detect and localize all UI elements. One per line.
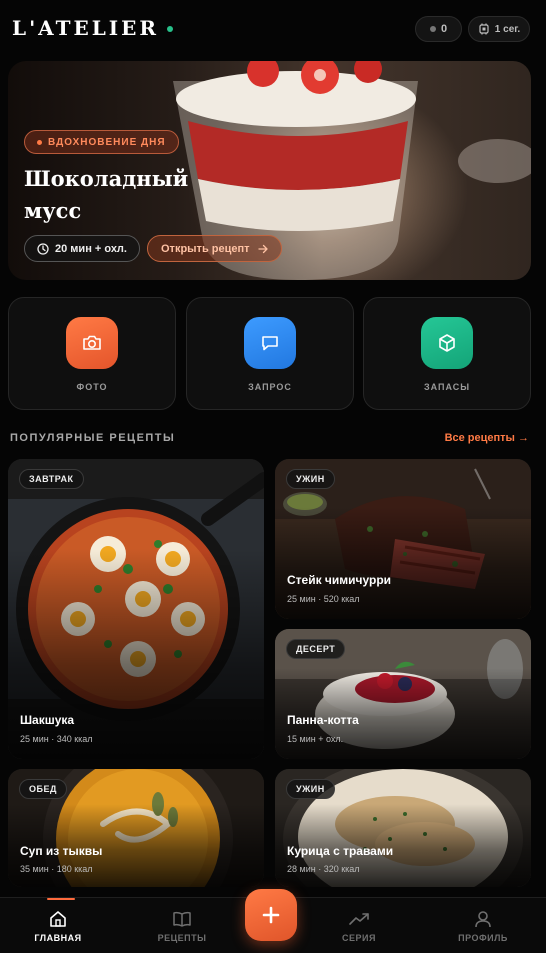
quick-action-label: ЗАПРОС: [248, 382, 292, 392]
category-tag: ОБЕД: [19, 779, 67, 799]
recipe-meta: 35 мин · 180 ккал: [20, 864, 93, 874]
time-label: 20 мин + охл.: [55, 242, 127, 255]
user-icon: [475, 911, 491, 928]
category-tag: УЖИН: [286, 779, 335, 799]
hero-title: Шоколадный мусс: [24, 166, 189, 223]
badge-label: ВДОХНОВЕНИЕ ДНЯ: [48, 136, 166, 148]
add-button[interactable]: [245, 889, 297, 941]
nav-home[interactable]: ГЛАВНАЯ: [3, 898, 113, 953]
inspiration-badge: ВДОХНОВЕНИЕ ДНЯ: [24, 130, 179, 154]
recipe-title: Шакшука: [20, 713, 75, 727]
app-logo: L'ATELIER: [12, 16, 160, 40]
hero-card[interactable]: ВДОХНОВЕНИЕ ДНЯ Шоколадный мусс 20 мин +…: [8, 61, 531, 280]
nav-series[interactable]: СЕРИЯ: [304, 898, 414, 953]
app-header: L'ATELIER 0 1 сег.: [0, 0, 546, 58]
home-icon: [50, 911, 66, 927]
recipe-meta: 15 мин + охл.: [287, 734, 344, 744]
arrow-right-icon: [257, 244, 268, 253]
category-tag: ДЕСЕРТ: [286, 639, 346, 659]
recipe-meta: 25 мин · 340 ккал: [20, 734, 93, 744]
recipe-title: Панна-котта: [287, 713, 359, 727]
recipe-card-pumpkin-soup[interactable]: ОБЕД Суп из тыквы 35 мин · 180 ккал: [8, 769, 264, 887]
open-recipe-label: Открыть рецепт: [161, 242, 250, 255]
recipe-title: Курица с травами: [287, 844, 394, 858]
dot-icon: [429, 26, 436, 32]
badge-dot-icon: [37, 139, 42, 145]
quick-action-label: ЗАПАСЫ: [423, 382, 471, 392]
recipe-meta: 25 мин · 520 ккал: [287, 594, 360, 604]
book-icon: [173, 911, 191, 927]
online-dot-icon: [167, 26, 173, 32]
nav-series-label: СЕРИЯ: [342, 933, 376, 943]
nav-home-label: ГЛАВНАЯ: [34, 933, 82, 943]
recipe-card-steak[interactable]: УЖИН Стейк чимичурри 25 мин · 520 ккал: [275, 459, 531, 619]
quick-action-stock[interactable]: ЗАПАСЫ: [363, 297, 531, 410]
date-value: 1 сег.: [494, 23, 521, 35]
plus-icon: [262, 906, 280, 924]
counter-pill[interactable]: 0: [415, 16, 462, 42]
popular-section-title: ПОПУЛЯРНЫЕ РЕЦЕПТЫ: [10, 432, 176, 444]
quick-action-label: ФОТО: [76, 382, 108, 392]
counter-value: 0: [440, 23, 448, 35]
open-recipe-button[interactable]: Открыть рецепт: [147, 235, 282, 262]
nav-recipes[interactable]: РЕЦЕПТЫ: [127, 898, 237, 953]
recipe-title: Суп из тыквы: [20, 844, 103, 858]
active-indicator: [47, 898, 75, 900]
camera-icon: [66, 317, 118, 369]
category-tag: ЗАВТРАК: [19, 469, 84, 489]
recipe-meta: 28 мин · 320 ккал: [287, 864, 360, 874]
quick-action-query[interactable]: ЗАПРОС: [186, 297, 354, 410]
nav-profile[interactable]: ПРОФИЛЬ: [428, 898, 538, 953]
nav-recipes-label: РЕЦЕПТЫ: [157, 933, 207, 943]
trend-icon: [349, 913, 369, 925]
recipe-title: Стейк чимичурри: [287, 573, 392, 587]
box-icon: [421, 317, 473, 369]
nav-profile-label: ПРОФИЛЬ: [458, 933, 508, 943]
card-shade: [8, 549, 264, 759]
category-tag: УЖИН: [286, 469, 335, 489]
all-recipes-link[interactable]: Все рецепты →: [445, 432, 529, 444]
recipe-card-herb-chicken[interactable]: УЖИН Курица с травами 28 мин · 320 ккал: [275, 769, 531, 887]
quick-action-photo[interactable]: ФОТО: [8, 297, 176, 410]
calendar-chip-icon: [479, 23, 489, 35]
recipe-card-shakshuka[interactable]: ЗАВТРАК Шакшука 25 мин · 340 ккал: [8, 459, 264, 759]
date-pill[interactable]: 1 сег.: [468, 16, 530, 42]
time-chip: 20 мин + охл.: [24, 235, 140, 262]
chat-icon: [244, 317, 296, 369]
recipe-card-panna-cotta[interactable]: ДЕСЕРТ Панна-котта 15 мин + охл.: [275, 629, 531, 759]
clock-icon: [37, 242, 49, 255]
